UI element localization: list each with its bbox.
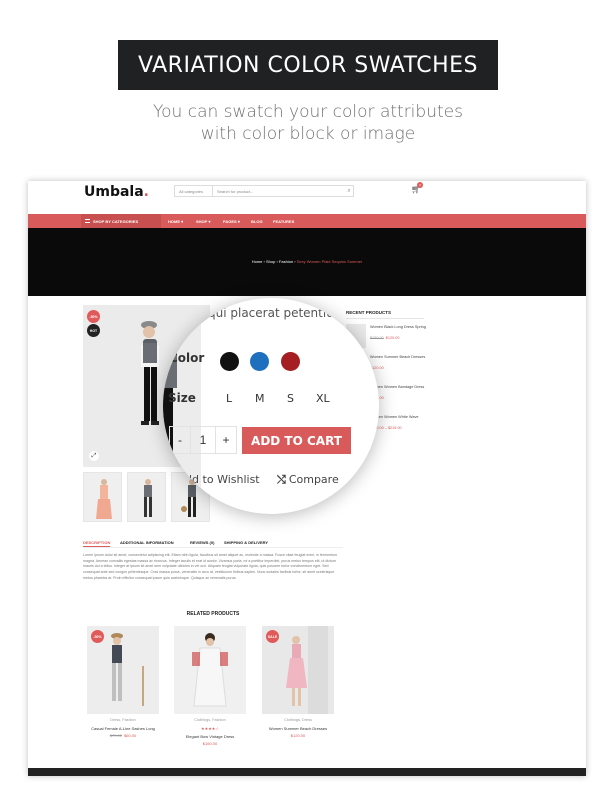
qty-plus-button[interactable]: + (216, 433, 236, 447)
breadcrumb-sep: › (276, 259, 278, 264)
compare-icon: ⤭ (277, 473, 286, 486)
related-category[interactable]: Clothings, Dress (248, 718, 348, 722)
related-product-image[interactable]: SALE (262, 626, 334, 714)
compare-link[interactable]: ⤭ Compare (277, 473, 339, 487)
size-option-m[interactable]: M (255, 392, 265, 405)
nav-features-label: FEATURES (273, 218, 295, 224)
cart-count-badge: 0 (417, 182, 423, 188)
nav-home-label: HOME (168, 218, 180, 224)
related-price: $120.00 (290, 733, 306, 738)
nav-pages-label: PAGES (223, 218, 237, 224)
color-label: Color (169, 351, 205, 365)
sale-badge: -50% (87, 310, 100, 323)
breadcrumb-shop[interactable]: Shop (266, 259, 275, 264)
search-category-select[interactable]: All categories (175, 186, 213, 196)
quantity-stepper: - 1 + (169, 426, 237, 454)
size-option-xl[interactable]: XL (316, 392, 330, 405)
size-label: Size (168, 391, 196, 405)
search-bar: All categories Search for product... ⌕ (174, 185, 354, 197)
related-product-image[interactable] (174, 626, 246, 714)
related-old-price: $79.00 (109, 733, 122, 738)
color-swatch-blue[interactable] (250, 352, 269, 371)
related-name[interactable]: Casual Female A-Line Sashes Long (73, 726, 173, 731)
related-current-price: $60.00 (124, 733, 137, 738)
nav-item-home[interactable]: HOME ▾ (168, 214, 183, 228)
subtitle-line-2: with color block or image (200, 124, 416, 144)
tab-reviews[interactable]: REVIEWS (0) (190, 540, 214, 545)
related-category[interactable]: Dress, Fashion (73, 718, 173, 722)
nav-item-pages[interactable]: PAGES ▾ (223, 214, 240, 228)
nav-item-features[interactable]: FEATURES (273, 214, 294, 228)
hot-badge: HOT (87, 324, 100, 337)
tab-shipping[interactable]: SHIPPING & DELIVERY (224, 540, 268, 545)
nav-shop-label: SHOP (196, 218, 208, 224)
zoom-icon[interactable]: ⤢ (89, 451, 99, 461)
breadcrumb: Home › Shop › Fashion › Sexy Women Plaid… (28, 259, 586, 264)
product-thumbnail[interactable] (83, 472, 122, 522)
main-nav: SHOP BY CATEGORIES HOME ▾ SHOP ▾ PAGES ▾… (28, 214, 586, 228)
tab-additional-information[interactable]: ADDITIONAL INFORMATION (120, 540, 174, 545)
breadcrumb-fashion[interactable]: Fashion (279, 259, 293, 264)
logo-dot: . (143, 184, 149, 200)
banner-subtitle: You can swatch your color attributes wit… (0, 101, 616, 145)
nav-item-shop[interactable]: SHOP ▾ (196, 214, 210, 228)
thumbnail-image (128, 473, 165, 521)
subtitle-line-1: You can swatch your color attributes (153, 102, 463, 122)
related-badge: -50% (91, 630, 104, 643)
breadcrumb-current: Sexy Women Plaid Sequins Summer (296, 259, 363, 264)
logo-text: Umbala (84, 184, 144, 200)
magnifier-callout: qui placerat petentium. Color Size L M S… (163, 298, 379, 514)
qty-minus-button[interactable]: - (170, 433, 190, 447)
description-text: Lorem ipsum dolor sit amet, consectetur … (83, 553, 338, 580)
footer-strip (28, 768, 586, 776)
menu-icon (85, 219, 90, 223)
tabs-divider (83, 547, 343, 548)
product-title-partial: qui placerat petentium. (208, 306, 350, 320)
rating-stars: ★★★★☆ (201, 726, 219, 731)
qty-input[interactable]: 1 (190, 427, 216, 453)
product-thumbnail[interactable] (127, 472, 166, 522)
color-swatch-red[interactable] (281, 352, 300, 371)
nav-blog-label: BLOG (251, 218, 263, 224)
compare-label: Compare (288, 473, 339, 486)
related-price: $79.00 $60.00 (73, 733, 173, 738)
related-name[interactable]: Women Summer Beach Dresses (248, 726, 348, 731)
nav-item-blog[interactable]: BLOG (251, 214, 263, 228)
categories-label: SHOP BY CATEGORIES (93, 218, 139, 224)
related-products-title: RELATED PRODUCTS (186, 611, 240, 617)
breadcrumb-home[interactable]: Home (252, 259, 263, 264)
related-badge: SALE (266, 630, 279, 643)
search-icon[interactable]: ⌕ (345, 187, 353, 195)
related-category[interactable]: Clothings, Fashion (160, 718, 260, 722)
breadcrumb-sep: › (294, 259, 296, 264)
banner-title: VARIATION COLOR SWATCHES (118, 40, 498, 90)
thumbnail-image (84, 473, 121, 521)
cart-button[interactable]: 🛒︎ 0 (411, 182, 423, 194)
search-input[interactable]: Search for product... (213, 189, 345, 194)
related-price: $160.00 (202, 741, 218, 746)
size-option-s[interactable]: S (287, 392, 294, 405)
site-header: Umbala. All categories Search for produc… (28, 181, 586, 214)
related-product-image[interactable]: -50% (87, 626, 159, 714)
add-to-cart-button[interactable]: ADD TO CART (242, 427, 351, 454)
shop-by-categories-button[interactable]: SHOP BY CATEGORIES (81, 214, 161, 228)
breadcrumb-sep: › (263, 259, 265, 264)
related-photo (174, 626, 246, 714)
recent-current-price: $120.00 (385, 336, 400, 340)
add-to-wishlist-link[interactable]: ld to Wishlist (189, 473, 260, 486)
tab-description[interactable]: DESCRIPTION (83, 540, 111, 547)
size-option-l[interactable]: L (226, 392, 232, 405)
color-swatch-black[interactable] (220, 352, 239, 371)
logo[interactable]: Umbala. (84, 184, 149, 200)
related-name[interactable]: Elegant Bow Vintage Dress (160, 734, 260, 739)
